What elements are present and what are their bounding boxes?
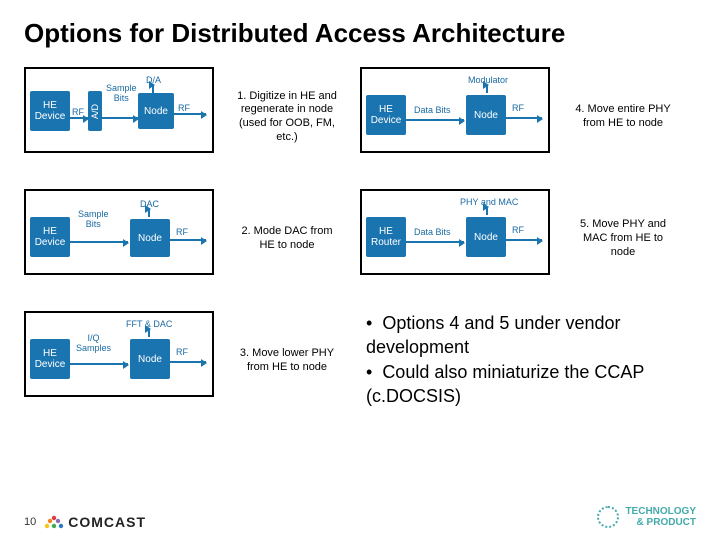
rf-label: RF [176,347,188,357]
he-device-box: HE Device [366,95,406,135]
caption-2: 2. Mode DAC from HE to node [232,221,342,257]
arrow-icon [70,241,128,243]
caption-1-cell: 1. Digitize in HE and regenerate in node… [232,67,342,167]
arrow-icon [70,117,88,119]
tp-bottom: & PRODUCT [625,517,696,528]
node-box: Node [130,219,170,257]
diagram-4: HE Device Data Bits Modulator Node RF [360,67,550,153]
page-number: 10 [24,516,36,528]
diagram-5: HE Router Data Bits PHY and MAC Node RF [360,189,550,275]
caption-3-cell: 3. Move lower PHY from HE to node [232,311,342,411]
caption-5-cell: 5. Move PHY and MAC from HE to node [568,189,678,289]
caption-2-cell: 2. Mode DAC from HE to node [232,189,342,289]
node-box: Node [466,95,506,135]
data-bits-label: Data Bits [414,227,451,237]
bullet-1: Options 4 and 5 under vendor development [366,311,678,360]
peacock-icon [44,514,64,530]
caption-4: 4. Move entire PHY from HE to node [568,99,678,135]
arrow-down-icon [486,85,488,93]
phy-mac-label: PHY and MAC [460,197,518,207]
caption-5: 5. Move PHY and MAC from HE to node [568,214,678,263]
iq-samples-label: I/Q Samples [76,333,111,353]
bullet-list: Options 4 and 5 under vendor development… [360,311,678,411]
he-device-box: HE Device [30,91,70,131]
diagram-3-cell: HE Device I/Q Samples FFT & DAC Node RF [24,311,214,411]
arrow-down-icon [148,209,150,217]
comcast-logo: COMCAST [44,514,146,530]
he-device-box: HE Device [30,217,70,257]
arrow-icon [170,361,206,363]
rf-label: RF [512,225,524,235]
bullet-2: Could also miniaturize the CCAP (c.DOCSI… [366,360,678,409]
arrow-down-icon [148,329,150,337]
node-box: Node [130,339,170,379]
diagram-4-cell: HE Device Data Bits Modulator Node RF [360,67,550,167]
arrow-icon [70,363,128,365]
caption-3: 3. Move lower PHY from HE to node [232,343,342,379]
rf-label: RF [176,227,188,237]
sample-bits-label: Sample Bits [78,209,109,229]
diagram-1-cell: HE Device RF A/D Sample Bits D/A Node RF [24,67,214,167]
arrow-icon [506,117,542,119]
sample-bits-label: Sample Bits [106,83,137,103]
arrow-down-icon [152,85,154,93]
he-device-box: HE Device [30,339,70,379]
tp-top: TECHNOLOGY [625,506,696,517]
diagram-3: HE Device I/Q Samples FFT & DAC Node RF [24,311,214,397]
tech-product-logo: TECHNOLOGY & PRODUCT [597,506,696,528]
diagram-1: HE Device RF A/D Sample Bits D/A Node RF [24,67,214,153]
content-grid: HE Device RF A/D Sample Bits D/A Node RF… [24,67,696,411]
ad-box: A/D [88,91,102,131]
rf-label: RF [512,103,524,113]
slide: Options for Distributed Access Architect… [0,0,720,540]
comcast-text: COMCAST [68,514,146,530]
node-box: Node [138,93,174,129]
swirl-icon [597,506,619,528]
arrow-icon [102,117,138,119]
page-title: Options for Distributed Access Architect… [24,18,696,49]
diagram-2-cell: HE Device Sample Bits DAC Node RF [24,189,214,289]
caption-4-cell: 4. Move entire PHY from HE to node [568,67,678,167]
arrow-icon [174,113,206,115]
he-router-box: HE Router [366,217,406,257]
data-bits-label: Data Bits [414,105,451,115]
rf-label: RF [178,103,190,113]
arrow-icon [170,239,206,241]
arrow-icon [406,119,464,121]
diagram-5-cell: HE Router Data Bits PHY and MAC Node RF [360,189,550,289]
footer-left: 10 COMCAST [24,514,146,530]
arrow-down-icon [486,207,488,215]
diagram-2: HE Device Sample Bits DAC Node RF [24,189,214,275]
caption-1: 1. Digitize in HE and regenerate in node… [232,86,342,149]
node-box: Node [466,217,506,257]
arrow-icon [506,239,542,241]
arrow-icon [406,241,464,243]
